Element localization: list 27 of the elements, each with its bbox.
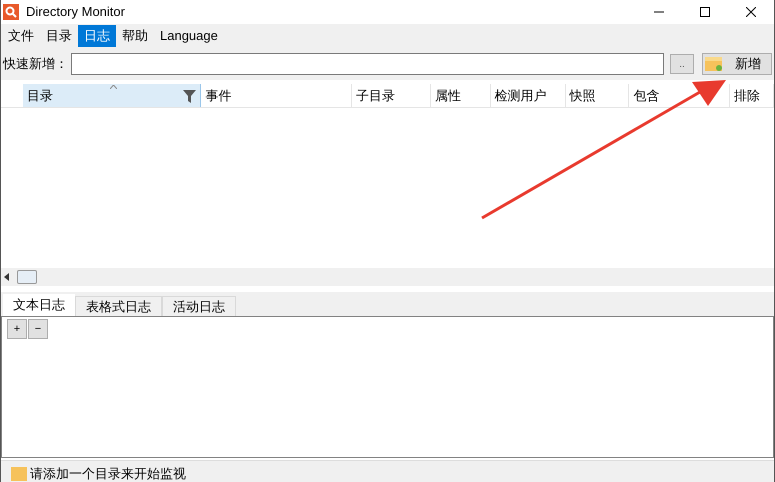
log-toolbar-button[interactable]: + — [7, 319, 27, 339]
filter-icon[interactable] — [183, 90, 196, 103]
close-icon — [746, 7, 756, 17]
folder-icon — [11, 467, 27, 481]
scroll-thumb[interactable] — [17, 270, 37, 284]
window-title: Directory Monitor — [26, 3, 125, 22]
folder-add-icon — [705, 56, 723, 72]
menu-item[interactable]: 目录 — [40, 25, 78, 47]
menu-item[interactable]: 帮助 — [116, 25, 154, 47]
status-text: 请添加一个目录来开始监视 — [30, 466, 186, 482]
menu-item[interactable]: 日志 — [78, 25, 116, 47]
sort-caret-icon — [110, 85, 117, 89]
browse-button[interactable]: .. — [670, 54, 694, 74]
menu-item[interactable]: Language — [154, 25, 224, 47]
log-tab[interactable]: 活动日志 — [162, 296, 236, 316]
column-header[interactable]: 检测用户 — [490, 84, 566, 107]
log-toolbar-button[interactable]: − — [28, 319, 48, 339]
menu-item[interactable]: 文件 — [2, 25, 40, 47]
log-tab[interactable]: 表格式日志 — [75, 296, 162, 316]
column-header[interactable]: 快照 — [566, 84, 630, 107]
log-tab[interactable]: 文本日志 — [3, 294, 75, 316]
maximize-icon — [700, 7, 710, 17]
column-header[interactable]: 目录 — [22, 84, 202, 107]
scroll-left-icon[interactable] — [4, 273, 9, 281]
quick-add-label: 快速新增： — [3, 55, 68, 74]
add-button[interactable]: 新增 — [702, 53, 772, 75]
quick-add-field[interactable] — [71, 53, 664, 75]
